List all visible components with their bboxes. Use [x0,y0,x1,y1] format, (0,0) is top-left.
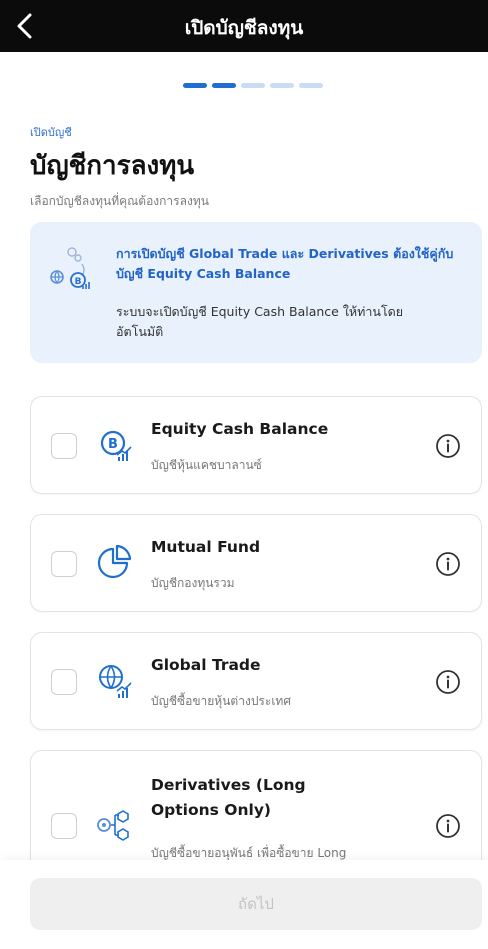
account-description: บัญชีซื้อขายหุ้นต่างประเทศ [151,694,291,708]
account-description: บัญชีหุ้นแคชบาลานซ์ [151,458,262,472]
account-card-mutual-fund[interactable]: Mutual Fund บัญชีกองทุนรวม [30,514,482,612]
banner-headline: การเปิดบัญชี Global Trade และ Derivative… [116,246,454,281]
globe-chart-icon [99,665,132,698]
progress-step-1 [183,83,207,88]
account-name: Global Trade [151,656,261,674]
equity-icon: B [100,430,132,461]
svg-text:B: B [75,277,82,287]
progress-step-2 [212,83,236,88]
progress-step-5 [299,83,323,88]
derivatives-icon [97,810,129,841]
next-button[interactable]: ถัดไป [30,878,482,930]
info-icon[interactable] [435,813,461,839]
progress-step-3 [241,83,265,88]
progress-step-4 [270,83,294,88]
info-banner: B การเปิดบัญชี Global Trade และ Derivati… [30,222,482,363]
banner-body: ระบบจะเปิดบัญชี Equity Cash Balance ให้ท… [116,304,404,339]
account-name: Mutual Fund [151,538,261,556]
page-subtitle: เลือกบัญชีลงทุนที่คุณต้องการลงทุน [30,194,209,208]
pie-chart-icon [97,544,132,579]
checkbox-derivatives[interactable] [51,813,77,839]
account-name: Derivatives (Long Options Only) [151,776,306,819]
page-header-title: เปิดบัญชีลงทุน [184,17,304,39]
footer-bar: ถัดไป [0,860,488,949]
svg-text:B: B [108,437,118,452]
breadcrumb[interactable]: เปิดบัญชี [30,123,72,141]
linked-accounts-icon: B [50,247,90,289]
info-icon[interactable] [435,551,461,577]
info-icon[interactable] [435,433,461,459]
info-icon[interactable] [435,669,461,695]
page-title: บัญชีการลงทุน [30,151,195,181]
account-card-equity-cash-balance[interactable]: B Equity Cash Balance บัญชีหุ้นแคชบาลานซ… [30,396,482,494]
account-card-global-trade[interactable]: Global Trade บัญชีซื้อขายหุ้นต่างประเทศ [30,632,482,730]
step-progress [183,83,323,88]
checkbox-global-trade[interactable] [51,669,77,695]
account-name: Equity Cash Balance [151,420,329,438]
checkbox-mutual-fund[interactable] [51,551,77,577]
checkbox-equity-cash-balance[interactable] [51,433,77,459]
top-bar: เปิดบัญชีลงทุน [0,0,488,52]
account-description: บัญชีกองทุนรวม [151,576,235,590]
